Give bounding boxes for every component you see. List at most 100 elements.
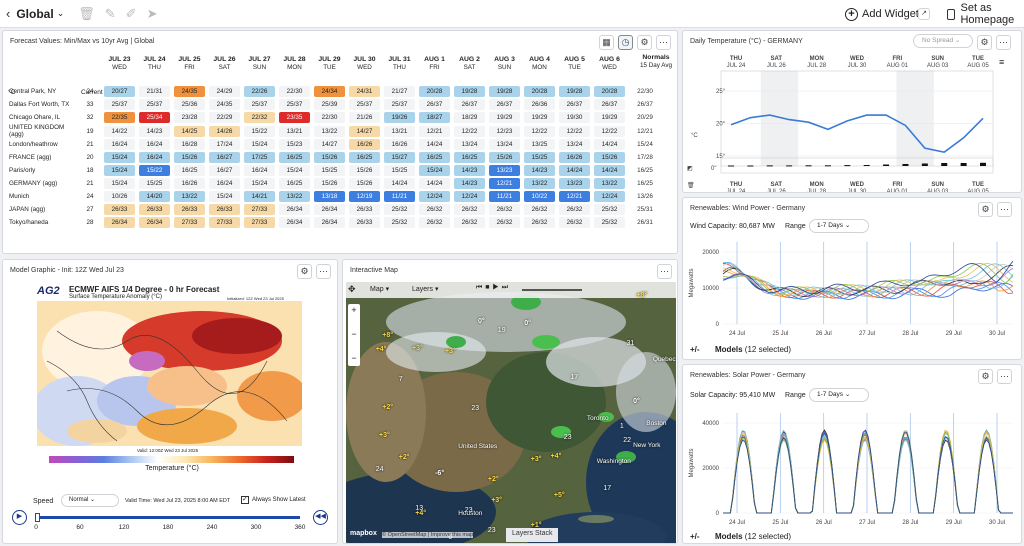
forecast-cell[interactable]: 15/24 — [102, 177, 137, 190]
forecast-cell[interactable]: 20/28 — [592, 85, 627, 98]
forecast-cell[interactable]: 16/28 — [172, 138, 207, 151]
models-selector[interactable]: Models (12 selected) — [715, 532, 791, 541]
workspace-title[interactable]: Global — [16, 7, 53, 21]
forecast-cell[interactable]: 11/21 — [487, 190, 522, 203]
forecast-cell[interactable]: 19/28 — [557, 85, 592, 98]
forecast-cell[interactable]: 14/24 — [592, 138, 627, 151]
gear-icon[interactable]: ⚙ — [978, 369, 993, 384]
forecast-cell[interactable]: 19/28 — [487, 85, 522, 98]
forecast-cell[interactable]: 14/24 — [592, 164, 627, 177]
forecast-cell[interactable]: 13/22 — [277, 190, 312, 203]
forecast-cell[interactable]: 25/36 — [172, 98, 207, 111]
forecast-cell[interactable]: 16/25 — [452, 151, 487, 164]
wind-barb-value[interactable]: 13 — [415, 505, 423, 512]
forecast-cell[interactable]: 26/37 — [557, 98, 592, 111]
forecast-cell[interactable]: 26/37 — [487, 98, 522, 111]
forecast-cell[interactable]: 14/24 — [417, 138, 452, 151]
forecast-cell[interactable]: 15/24 — [102, 151, 137, 164]
forecast-cell[interactable]: 14/27 — [347, 124, 382, 138]
forecast-cell[interactable]: 16/26 — [382, 138, 417, 151]
forecast-cell[interactable]: 25/32 — [592, 203, 627, 216]
forecast-cell[interactable]: 14/23 — [452, 164, 487, 177]
forecast-cell[interactable]: 12/22 — [522, 124, 557, 138]
wind-barb-value[interactable]: 23 — [488, 527, 496, 534]
forecast-cell[interactable]: 26/34 — [277, 216, 312, 229]
forecast-cell[interactable]: 26/32 — [417, 216, 452, 229]
forecast-cell[interactable]: 13/24 — [487, 138, 522, 151]
temperature-marker[interactable]: +3° — [491, 497, 502, 504]
temperature-marker[interactable]: 0° — [633, 398, 640, 405]
forecast-cell[interactable]: 15/24 — [242, 138, 277, 151]
forecast-cell[interactable]: 16/26 — [347, 138, 382, 151]
forecast-cell[interactable]: 15/26 — [172, 151, 207, 164]
spread-dropdown[interactable]: No Spread ⌄ — [913, 34, 973, 48]
forecast-cell[interactable]: 20/28 — [522, 85, 557, 98]
forecast-cell[interactable]: 12/22 — [592, 124, 627, 138]
rewind-button[interactable]: ◀◀ — [313, 510, 328, 525]
range-dropdown[interactable]: 1-7 Days ⌄ — [809, 388, 869, 402]
speed-dropdown[interactable]: Normal ⌄ — [61, 494, 119, 507]
forecast-cell[interactable]: 21/31 — [137, 85, 172, 98]
forecast-cell[interactable]: 10/26 — [102, 190, 137, 203]
forecast-cell[interactable]: 26/34 — [312, 216, 347, 229]
forecast-cell[interactable]: 26/37 — [417, 98, 452, 111]
forecast-cell[interactable]: 16/25 — [277, 151, 312, 164]
forecast-cell[interactable]: 26/32 — [417, 203, 452, 216]
more-icon[interactable]: ⋯ — [656, 35, 671, 50]
forecast-cell[interactable]: 22/26 — [242, 85, 277, 98]
forecast-cell[interactable]: 14/23 — [522, 164, 557, 177]
forecast-cell[interactable]: 14/22 — [102, 124, 137, 138]
play-button[interactable]: ▶ — [12, 510, 27, 525]
forecast-cell[interactable]: 27/33 — [207, 216, 242, 229]
layers-stack-tab[interactable]: Layers Stack — [506, 528, 559, 542]
forecast-cell[interactable]: 15/22 — [242, 124, 277, 138]
satellite-map[interactable]: ✥ Map ▾ Layers ▾ ⏮■▶⏭ + − − Quebec Toronto B… — [346, 282, 676, 543]
gear-icon[interactable]: ⚙ — [637, 35, 652, 50]
forecast-cell[interactable]: 14/24 — [382, 177, 417, 190]
wind-barb-value[interactable]: 23 — [471, 405, 479, 412]
wind-barb-value[interactable]: 24 — [376, 466, 384, 473]
forecast-cell[interactable]: 13/22 — [592, 177, 627, 190]
forecast-cell[interactable]: 22/35 — [102, 111, 137, 124]
temperature-marker[interactable]: +8° — [382, 332, 393, 339]
forecast-cell[interactable]: 26/32 — [452, 203, 487, 216]
wind-barb-value[interactable]: 17 — [570, 374, 578, 381]
forecast-cell[interactable]: 27/33 — [242, 216, 277, 229]
forecast-cell[interactable]: 21/27 — [382, 85, 417, 98]
forecast-cell[interactable]: 16/26 — [557, 151, 592, 164]
forecast-cell[interactable]: 25/37 — [347, 98, 382, 111]
forecast-cell[interactable]: 26/36 — [522, 98, 557, 111]
forecast-cell[interactable]: 12/24 — [417, 190, 452, 203]
forecast-cell[interactable]: 14/25 — [172, 124, 207, 138]
more-icon[interactable]: ⋯ — [657, 264, 672, 279]
forecast-cell[interactable]: 15/24 — [277, 164, 312, 177]
forecast-cell[interactable]: 17/25 — [242, 151, 277, 164]
forecast-cell[interactable]: 17/24 — [207, 138, 242, 151]
map-time-slider[interactable] — [522, 289, 582, 291]
attribution[interactable]: © OpenStreetMap | Improve this map — [382, 532, 474, 538]
forecast-cell[interactable]: 19/28 — [452, 85, 487, 98]
forecast-cell[interactable]: 14/27 — [312, 138, 347, 151]
forecast-cell[interactable]: 13/22 — [312, 124, 347, 138]
range-dropdown[interactable]: 1-7 Days ⌄ — [809, 219, 869, 233]
temperature-marker[interactable]: +2° — [488, 476, 499, 483]
forecast-cell[interactable]: 13/22 — [172, 190, 207, 203]
add-widget-button[interactable]: + Add Widget — [845, 5, 919, 23]
temperature-marker[interactable]: +3° — [379, 432, 390, 439]
forecast-cell[interactable]: 26/34 — [102, 216, 137, 229]
forecast-cell[interactable]: 26/33 — [102, 203, 137, 216]
forecast-cell[interactable]: 26/32 — [522, 203, 557, 216]
temperature-marker[interactable]: 0° — [524, 320, 531, 327]
wind-barb-value[interactable]: 19 — [498, 327, 506, 334]
forecast-cell[interactable]: 24/29 — [207, 85, 242, 98]
forecast-cell[interactable]: 15/25 — [137, 177, 172, 190]
playback-controls[interactable]: ⏮■▶⏭ — [476, 284, 511, 292]
forecast-cell[interactable]: 13/25 — [522, 138, 557, 151]
forecast-cell[interactable]: 15/24 — [207, 190, 242, 203]
wind-barb-value[interactable]: 17 — [603, 485, 611, 492]
forecast-cell[interactable]: 13/22 — [522, 177, 557, 190]
wind-barb-value[interactable]: 23 — [465, 507, 473, 514]
open-external-button[interactable]: ↗ — [918, 5, 930, 23]
temperature-marker[interactable]: +3° — [412, 345, 423, 352]
toggle-models-button[interactable]: +/- — [690, 532, 700, 541]
